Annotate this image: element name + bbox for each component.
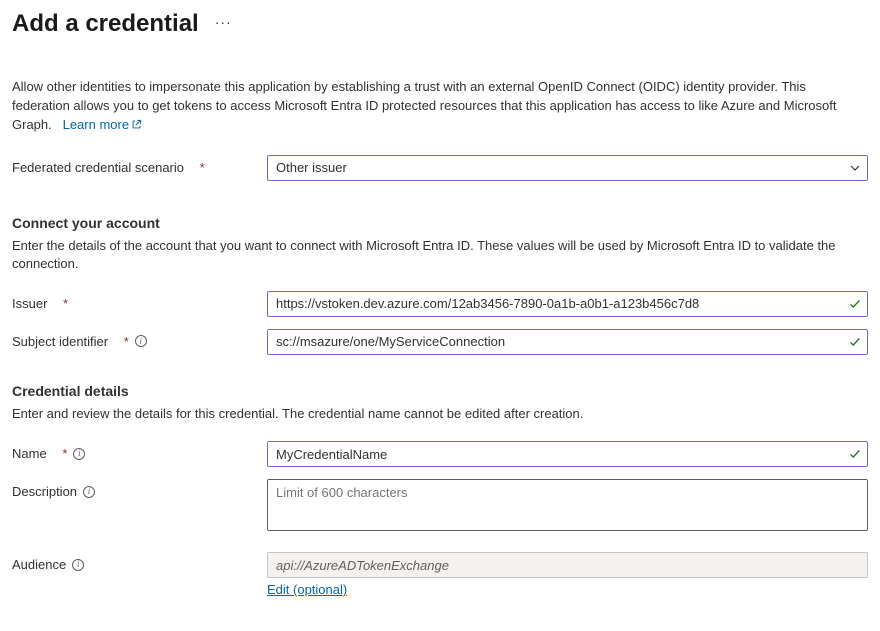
check-icon (848, 335, 862, 349)
issuer-label: Issuer * (12, 291, 267, 311)
subject-label: Subject identifier * i (12, 329, 267, 349)
required-indicator: * (62, 446, 67, 461)
audience-field: api://AzureADTokenExchange (267, 552, 868, 578)
page-title: Add a credential (12, 10, 199, 38)
subject-input[interactable] (267, 329, 868, 355)
connect-section-desc: Enter the details of the account that yo… (12, 237, 868, 273)
subject-row: Subject identifier * i (12, 329, 868, 355)
audience-row: Audience i api://AzureADTokenExchange Ed… (12, 552, 868, 597)
name-input[interactable] (267, 441, 868, 467)
details-section-title: Credential details (12, 383, 868, 399)
scenario-select-value: Other issuer (276, 160, 347, 175)
issuer-input[interactable] (267, 291, 868, 317)
check-icon (848, 447, 862, 461)
required-indicator: * (124, 334, 129, 349)
audience-edit-link[interactable]: Edit (optional) (267, 582, 347, 597)
chevron-down-icon (849, 162, 861, 174)
name-label: Name * i (12, 441, 267, 461)
more-actions-button[interactable]: ··· (215, 15, 232, 33)
audience-value: api://AzureADTokenExchange (276, 558, 449, 573)
required-indicator: * (63, 296, 68, 311)
learn-more-link[interactable]: Learn more (63, 117, 142, 132)
info-icon[interactable]: i (83, 486, 95, 498)
info-icon[interactable]: i (73, 448, 85, 460)
scenario-select[interactable]: Other issuer (267, 155, 868, 181)
name-row: Name * i (12, 441, 868, 467)
check-icon (848, 297, 862, 311)
audience-label: Audience i (12, 552, 267, 572)
connect-section-title: Connect your account (12, 215, 868, 231)
scenario-row: Federated credential scenario * Other is… (12, 155, 868, 181)
required-indicator: * (200, 160, 205, 175)
issuer-row: Issuer * (12, 291, 868, 317)
info-icon[interactable]: i (72, 559, 84, 571)
info-icon[interactable]: i (135, 335, 147, 347)
scenario-label: Federated credential scenario * (12, 155, 267, 175)
description-textarea[interactable] (267, 479, 868, 531)
description-row: Description i (12, 479, 868, 534)
page-header: Add a credential ··· (12, 10, 868, 38)
intro-text: Allow other identities to impersonate th… (12, 78, 864, 135)
description-label: Description i (12, 479, 267, 499)
details-section-desc: Enter and review the details for this cr… (12, 405, 868, 423)
external-link-icon (131, 119, 142, 130)
